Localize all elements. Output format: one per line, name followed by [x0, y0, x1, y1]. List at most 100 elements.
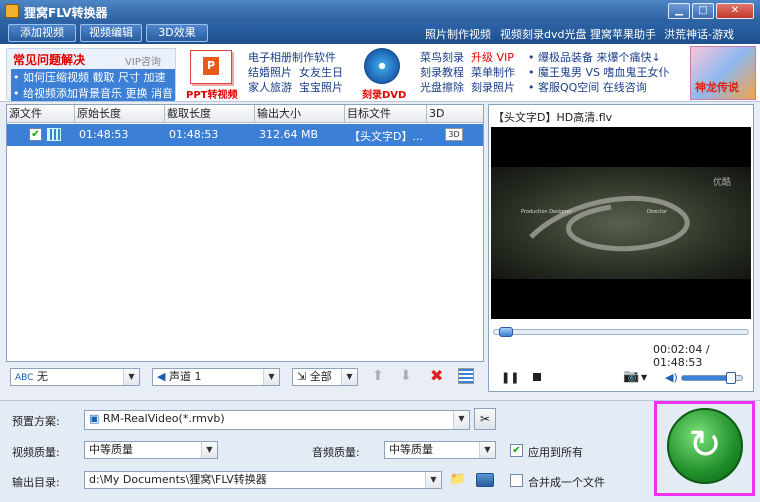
family-link[interactable]: 家人旅游: [248, 81, 292, 94]
minimize-button[interactable]: ▁: [668, 3, 690, 19]
preset-value: RM-RealVideo(*.rmvb): [102, 412, 225, 425]
title-bar: 狸窝FLV转换器 ▁ □ ✕: [0, 0, 760, 22]
video-frame[interactable]: 优酷 Production Designer Director: [491, 127, 751, 319]
output-dir-input[interactable]: d:\My Documents\狸窝\FLV转换器 ▼: [84, 471, 442, 489]
3d-effect-button[interactable]: 3D效果: [146, 24, 208, 42]
faq-title: 常见问题解决: [13, 53, 86, 67]
speaker-icon: ◀: [157, 370, 166, 383]
chevron-down-icon: ▼: [263, 369, 279, 385]
range-select[interactable]: ⇲ 全部 ▼: [292, 368, 358, 386]
open-folder-icon[interactable]: [476, 473, 494, 487]
game-link-1[interactable]: • 爆极品装备 来爆个痛快↓: [528, 50, 670, 65]
row-checkbox[interactable]: ✔: [29, 128, 42, 141]
game-promo-image[interactable]: 神龙传说: [690, 46, 756, 100]
faq-link-compress[interactable]: • 如何压缩视频: [13, 71, 89, 84]
game-logo: 神龙传说: [695, 81, 739, 94]
audio-quality-select[interactable]: 中等质量 ▼: [384, 441, 496, 459]
pause-icon[interactable]: ❚❚: [501, 371, 519, 384]
move-down-icon[interactable]: ⬇: [400, 368, 412, 384]
settings-tool-icon[interactable]: ✂: [474, 408, 496, 430]
refresh-arrow-icon[interactable]: ↻: [667, 408, 743, 484]
col-output-size[interactable]: 输出大小: [255, 105, 345, 123]
video-edit-button[interactable]: 视频编辑: [80, 24, 142, 42]
dvd-promo[interactable]: 刻录DVD: [354, 48, 412, 101]
subtitle-select[interactable]: ABC 无 ▼: [10, 368, 140, 386]
audio-track-select[interactable]: ◀ 声道 1 ▼: [152, 368, 280, 386]
link-game[interactable]: 洪荒神话-游戏: [664, 26, 734, 42]
rookie-burn-link[interactable]: 菜鸟刻录: [420, 51, 464, 64]
burn-tutorial-link[interactable]: 刻录教程: [420, 66, 464, 79]
preset-select[interactable]: ▣ RM-RealVideo(*.rmvb) ▼: [84, 410, 470, 430]
faq-vip-link[interactable]: VIP咨询: [125, 53, 161, 68]
delete-icon[interactable]: ✖: [430, 366, 443, 385]
add-video-button[interactable]: 添加视频: [8, 24, 76, 42]
video-scene: [491, 167, 751, 279]
3d-icon[interactable]: 3D: [445, 128, 463, 141]
audio-quality-label: 音频质量:: [312, 446, 360, 459]
seek-handle[interactable]: [498, 327, 513, 337]
menu-bar: 添加视频 视频编辑 3D效果 照片制作视频 视频刻录dvd光盘 狸窝苹果助手 洪…: [0, 22, 760, 44]
volume-handle[interactable]: [726, 372, 736, 384]
apply-all-label: 应用到所有: [528, 446, 583, 459]
ppt-promo[interactable]: P PPT转视频: [182, 48, 240, 101]
cell-output-size: 312.64 MB: [259, 128, 319, 141]
apply-all-checkbox[interactable]: ✔: [510, 444, 523, 457]
stop-icon[interactable]: [533, 373, 541, 381]
video-quality-select[interactable]: 中等质量 ▼: [84, 441, 218, 459]
col-3d[interactable]: 3D: [427, 105, 483, 123]
video-quality-value: 中等质量: [89, 443, 133, 456]
audio-quality-value: 中等质量: [389, 443, 433, 456]
seek-bar[interactable]: [493, 327, 749, 337]
baby-link[interactable]: 宝宝照片: [299, 81, 343, 94]
ad-banner: 常见问题解决 VIP咨询 • 如何压缩视频 截取 尺寸 加速 • 给视频添加背景…: [0, 44, 760, 102]
preset-label: 预置方案:: [12, 415, 60, 428]
col-source[interactable]: 源文件: [7, 105, 75, 123]
output-dir-label: 输出目录:: [12, 476, 60, 489]
merge-label: 合并成一个文件: [528, 476, 605, 489]
link-apple-helper[interactable]: 狸窝苹果助手: [590, 26, 656, 42]
faq-link-bgm[interactable]: • 给视频添加背景音乐: [13, 87, 122, 100]
ppt-label: PPT转视频: [186, 90, 238, 101]
faq-link-replace[interactable]: 更换: [125, 87, 147, 100]
wedding-link[interactable]: 结婚照片: [248, 66, 292, 79]
vip-upgrade-link[interactable]: 升级 VIP: [471, 51, 514, 64]
volume-slider[interactable]: [681, 372, 743, 384]
disc-erase-link[interactable]: 光盘擦除: [420, 81, 464, 94]
menu-make-link[interactable]: 菜单制作: [471, 66, 515, 79]
close-button[interactable]: ✕: [716, 3, 754, 19]
camera-icon[interactable]: 📷: [623, 369, 639, 384]
col-original-length[interactable]: 原始长度: [75, 105, 165, 123]
burn-photo-link[interactable]: 刻录照片: [471, 81, 515, 94]
faq-link-speed[interactable]: 加速: [144, 71, 166, 84]
album-links: 电子相册制作软件 结婚照片 女友生日 家人旅游 宝宝照片: [248, 50, 343, 95]
merge-checkbox[interactable]: [510, 474, 523, 487]
faq-link-cut[interactable]: 截取: [93, 71, 115, 84]
col-target[interactable]: 目标文件: [345, 105, 427, 123]
chevron-down-icon: ▼: [425, 472, 441, 488]
convert-start-button[interactable]: ↻: [654, 401, 755, 496]
chevron-down-icon[interactable]: ▼: [641, 373, 647, 382]
watermark: 优酷: [713, 178, 732, 188]
faq-link-size[interactable]: 尺寸: [118, 71, 140, 84]
film-icon: ▣: [89, 412, 100, 425]
maximize-button[interactable]: □: [692, 3, 714, 19]
range-value: 全部: [309, 370, 332, 383]
link-photo-video[interactable]: 照片制作视频: [425, 26, 491, 42]
album-link[interactable]: 电子相册制作软件: [248, 50, 343, 65]
col-cut-length[interactable]: 截取长度: [165, 105, 255, 123]
faq-link-mute[interactable]: 消音: [151, 87, 173, 100]
chevron-down-icon: ▼: [453, 411, 469, 429]
gf-birthday-link[interactable]: 女友生日: [299, 66, 343, 79]
game-link-2[interactable]: • 魔王鬼男 VS 嗜血鬼王女仆: [528, 65, 670, 80]
cell-target-file: 【头文字D】...: [349, 130, 423, 143]
browse-folder-icon[interactable]: 📁: [448, 471, 468, 489]
service-link[interactable]: • 客服QQ空间 在线咨询: [528, 80, 670, 95]
table-row[interactable]: ✔ 01:48:53 01:48:53 312.64 MB 【头文字D】... …: [7, 124, 483, 146]
file-list: 源文件 原始长度 截取长度 输出大小 目标文件 3D ✔ 01:48:53 01…: [6, 104, 484, 362]
clear-list-icon[interactable]: [458, 368, 474, 384]
link-dvd-burn[interactable]: 视频刻录dvd光盘: [500, 26, 586, 42]
faq-row-1: • 如何压缩视频 截取 尺寸 加速: [11, 69, 175, 85]
game-links: • 爆极品装备 来爆个痛快↓ • 魔王鬼男 VS 嗜血鬼王女仆 • 客服QQ空间…: [528, 50, 670, 95]
volume-icon[interactable]: ◀): [665, 371, 678, 384]
move-up-icon[interactable]: ⬆: [372, 368, 384, 384]
